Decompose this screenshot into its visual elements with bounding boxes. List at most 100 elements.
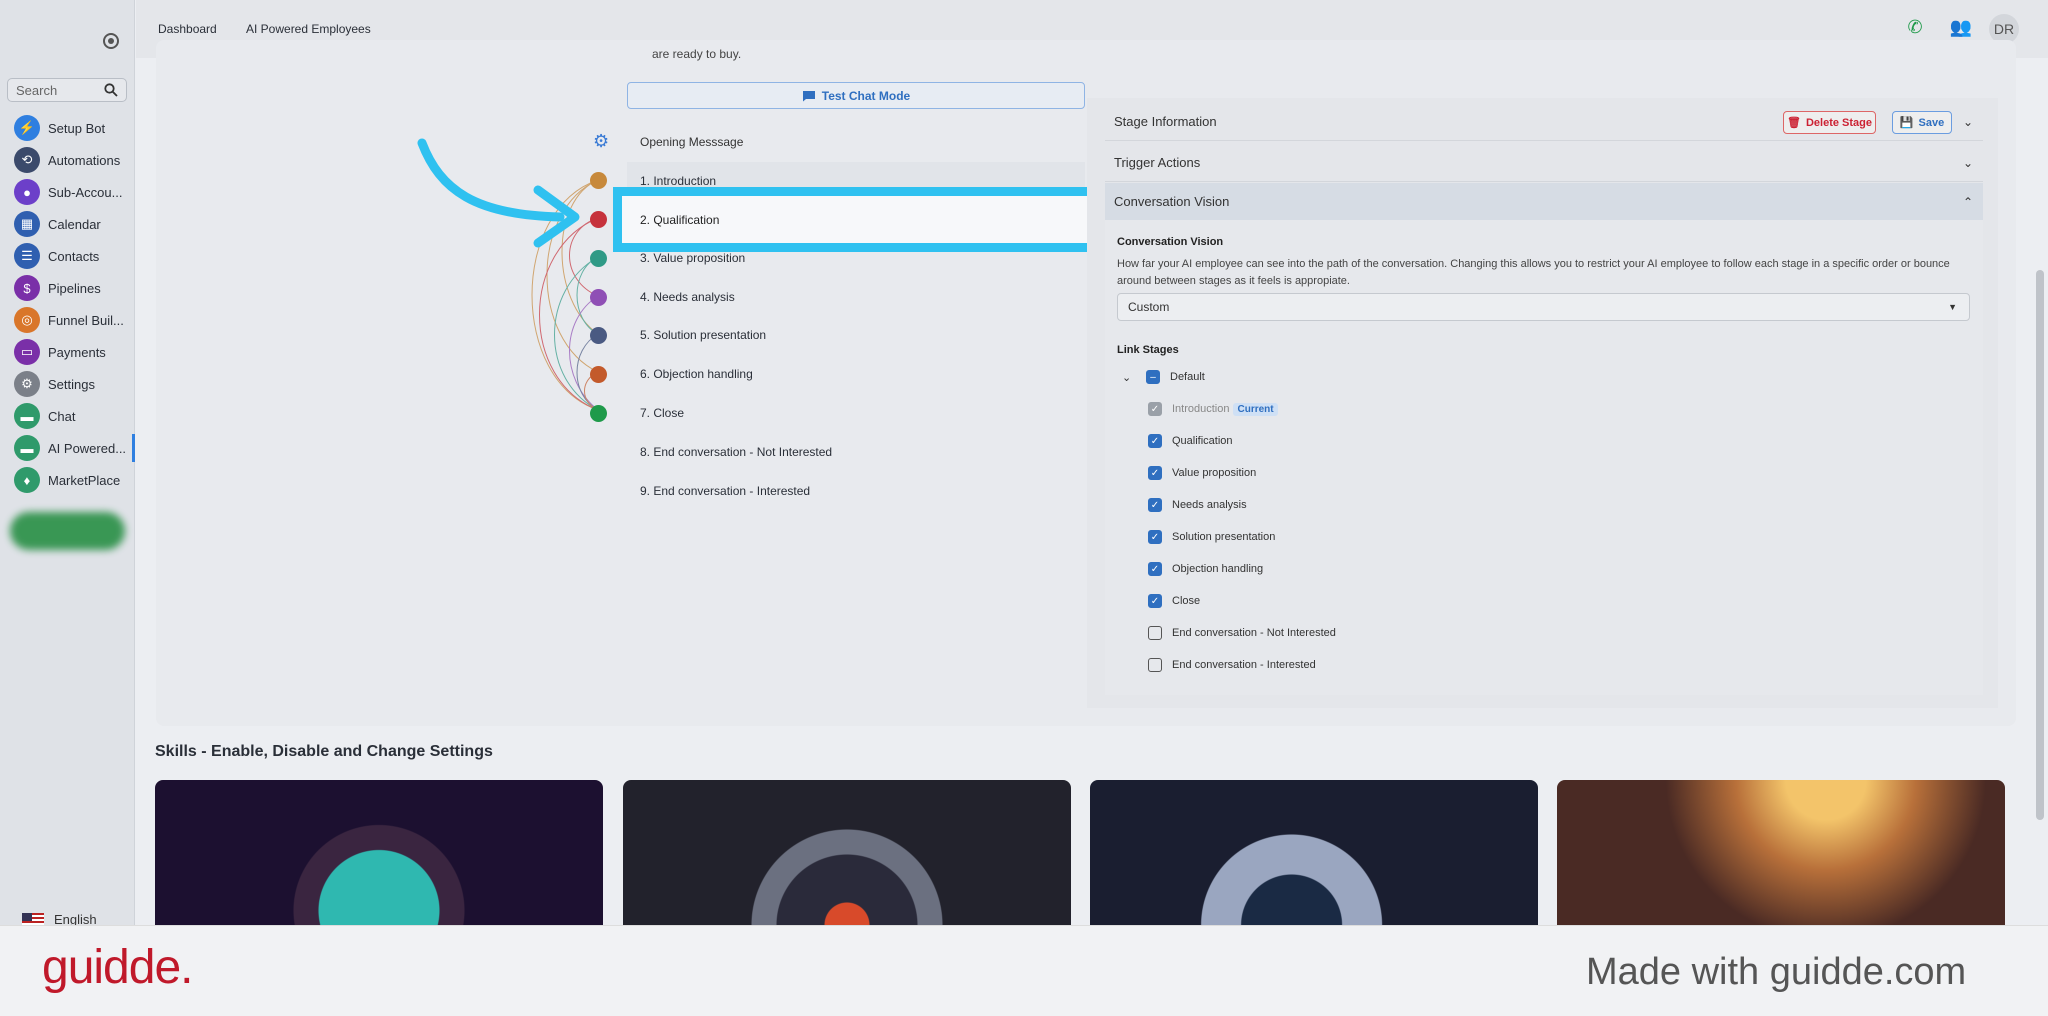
accordion-title: Trigger Actions: [1114, 155, 1201, 170]
link-stage-label: Objection handling: [1172, 563, 1264, 575]
link-stage-row[interactable]: ✓ Qualification: [1148, 434, 1233, 448]
conversation-vision-select[interactable]: Custom ▼: [1117, 293, 1970, 321]
stage-item[interactable]: 5. Solution presentation: [640, 316, 766, 354]
gear-icon[interactable]: ⚙: [593, 131, 609, 152]
checkbox-partial[interactable]: –: [1146, 370, 1160, 384]
sidebar-item-sub-accounts[interactable]: ● Sub-Accou...: [14, 178, 135, 206]
sidebar-item-label: Settings: [48, 376, 95, 392]
save-button[interactable]: 💾 Save: [1892, 111, 1952, 134]
chevron-up-icon[interactable]: ⌃: [1963, 195, 1973, 209]
sidebar-item-chat[interactable]: ▬ Chat: [14, 402, 135, 430]
chevron-down-icon[interactable]: ⌄: [1963, 115, 1973, 129]
sidebar-item-label: Contacts: [48, 248, 100, 264]
link-stage-row[interactable]: ✓ Needs analysis: [1148, 498, 1247, 512]
tab-dashboard[interactable]: Dashboard: [158, 22, 217, 36]
tree-label: Default: [1170, 371, 1205, 383]
section-title: Link Stages: [1117, 344, 1179, 356]
sidebar-item-label: AI Powered...: [48, 440, 127, 456]
skill-card-image[interactable]: [1557, 780, 2005, 925]
link-stage-row[interactable]: ✓ Objection handling: [1148, 562, 1263, 576]
user-icon: ●: [14, 179, 40, 205]
sidebar-item-label: Sub-Accou...: [48, 184, 123, 200]
radio-icon[interactable]: [103, 33, 119, 49]
link-stage-label: Qualification: [1172, 435, 1233, 447]
link-stage-label: Close: [1172, 595, 1201, 607]
test-chat-label: Test Chat Mode: [821, 88, 911, 103]
section-description: How far your AI employee can see into th…: [1117, 258, 1950, 287]
opening-message-item[interactable]: Opening Messsage: [640, 135, 743, 149]
checkbox[interactable]: ✓: [1148, 498, 1162, 512]
link-stage-label: End conversation - Not Interested: [1172, 627, 1336, 639]
sidebar-item-label: Funnel Buil...: [48, 312, 124, 328]
link-stage-row: ✓ Introduction Current: [1148, 402, 1278, 416]
sidebar-item-payments[interactable]: ▭ Payments: [14, 338, 135, 366]
checkbox[interactable]: ✓: [1148, 530, 1162, 544]
users-icon[interactable]: 👥: [1948, 14, 1974, 40]
chat-icon: ▬: [14, 403, 40, 429]
delete-stage-button[interactable]: 🗑 Delete Stage: [1783, 111, 1876, 134]
link-stage-row[interactable]: ✓ Close: [1148, 594, 1200, 608]
stage-dot: [590, 250, 607, 267]
checkbox[interactable]: ✓: [1148, 466, 1162, 480]
card-icon: ▭: [14, 339, 40, 365]
phone-icon[interactable]: ✆: [1902, 14, 1928, 40]
sidebar-item-pipelines[interactable]: $ Pipelines: [14, 274, 135, 302]
skill-card-image[interactable]: [155, 780, 603, 925]
save-label: Save: [1918, 116, 1945, 129]
sidebar-item-ai-powered[interactable]: ▬ AI Powered...: [14, 434, 135, 462]
checkbox[interactable]: [1148, 626, 1162, 640]
stage-dot: [590, 289, 607, 306]
bolt-icon: ⚡: [14, 115, 40, 141]
accordion-title: Stage Information: [1114, 114, 1217, 129]
made-with-text: Made with guidde.com: [1586, 951, 1967, 993]
link-stage-label: Needs analysis: [1172, 499, 1247, 511]
guidde-logo: guidde.: [42, 941, 193, 994]
checkbox[interactable]: ✓: [1148, 434, 1162, 448]
chevron-down-icon[interactable]: ⌄: [1963, 156, 1973, 170]
stage-item[interactable]: 4. Needs analysis: [640, 278, 735, 316]
sidebar-item-automations[interactable]: ⟲ Automations: [14, 146, 135, 174]
accordion-conversation-vision[interactable]: Conversation Vision ⌃: [1105, 183, 1983, 221]
blurred-button[interactable]: [10, 512, 125, 550]
bulb-icon: ♦: [14, 467, 40, 493]
sidebar-item-contacts[interactable]: ☰ Contacts: [14, 242, 135, 270]
current-badge: Current: [1233, 402, 1278, 416]
stage-item[interactable]: 8. End conversation - Not Interested: [640, 433, 832, 471]
sidebar-item-setup-bot[interactable]: ⚡ Setup Bot: [14, 114, 135, 142]
accordion-title: Conversation Vision: [1114, 194, 1230, 209]
link-stage-row[interactable]: End conversation - Not Interested: [1148, 626, 1336, 640]
sidebar-item-label: Pipelines: [48, 280, 101, 296]
checkbox[interactable]: [1148, 658, 1162, 672]
sidebar-item-label: Chat: [48, 408, 76, 424]
link-stage-label: End conversation - Interested: [1172, 659, 1316, 671]
link-stage-row[interactable]: End conversation - Interested: [1148, 658, 1316, 672]
link-stage-row[interactable]: ✓ Value proposition: [1148, 466, 1256, 480]
stage-item[interactable]: 6. Objection handling: [640, 355, 753, 393]
gear-icon: ⚙: [14, 371, 40, 397]
link-stage-label: Value proposition: [1172, 467, 1257, 479]
chat-icon: [802, 90, 815, 101]
chevron-down-icon[interactable]: ⌄: [1122, 371, 1136, 384]
checkbox[interactable]: ✓: [1148, 594, 1162, 608]
link-stage-row[interactable]: ✓ Solution presentation: [1148, 530, 1275, 544]
stage-item[interactable]: 9. End conversation - Interested: [640, 472, 810, 510]
sidebar-item-funnel-builder[interactable]: ◎ Funnel Buil...: [14, 306, 135, 334]
sidebar-item-label: Calendar: [48, 216, 101, 232]
sidebar-item-marketplace[interactable]: ♦ MarketPlace: [14, 466, 135, 494]
stage-item-qualification-highlighted[interactable]: 2. Qualification: [613, 187, 1101, 252]
pipeline-icon: $: [14, 275, 40, 301]
scrollbar[interactable]: [2036, 270, 2044, 820]
stage-item[interactable]: 7. Close: [640, 394, 684, 432]
search-input[interactable]: Search: [7, 78, 127, 102]
accordion-trigger-actions[interactable]: Trigger Actions ⌄: [1105, 144, 1983, 182]
sidebar-item-label: MarketPlace: [48, 472, 121, 488]
skill-card-image[interactable]: [1090, 780, 1538, 925]
conversation-vision-body: [1105, 220, 1983, 695]
tree-default[interactable]: ⌄ – Default: [1122, 370, 1205, 384]
skill-card-image[interactable]: [623, 780, 1071, 925]
sidebar-item-settings[interactable]: ⚙ Settings: [14, 370, 135, 398]
checkbox[interactable]: ✓: [1148, 562, 1162, 576]
sidebar-item-label: Automations: [48, 152, 121, 168]
sidebar-item-calendar[interactable]: ▦ Calendar: [14, 210, 135, 238]
test-chat-mode-button[interactable]: Test Chat Mode: [627, 82, 1085, 109]
